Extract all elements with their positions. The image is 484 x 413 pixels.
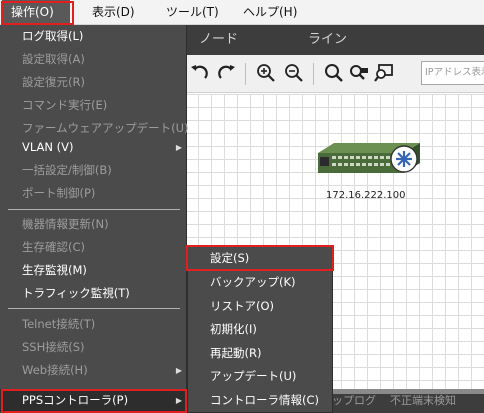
submenu-item-controller-info[interactable]: コントローラ情報(C)	[188, 389, 332, 413]
operation-menu: ログ取得(L) 設定取得(A) 設定復元(R) コマンド実行(E) ファームウェ…	[0, 25, 189, 413]
menu-item-run-command[interactable]: コマンド実行(E)	[0, 94, 187, 117]
search-icon[interactable]	[323, 62, 345, 84]
menu-item-traffic-monitor[interactable]: トラフィック監視(T)	[0, 282, 187, 305]
undo-icon[interactable]	[189, 62, 211, 84]
menu-operation[interactable]: 操作(O)	[2, 0, 70, 25]
submenu-item-reboot[interactable]: 再起動(R)	[188, 342, 332, 366]
switch-device[interactable]	[310, 139, 426, 179]
tab-line[interactable]: ライン	[308, 25, 347, 55]
menu-item-web-label: Web接続(H)	[22, 363, 88, 377]
menu-item-telnet[interactable]: Telnet接続(T)	[0, 313, 187, 336]
menu-separator	[8, 308, 180, 309]
menu-item-alive-monitor[interactable]: 生存監視(M)	[0, 259, 187, 282]
submenu-arrow-icon: ▶	[175, 396, 182, 405]
menu-item-port-control[interactable]: ポート制御(P)	[0, 182, 187, 205]
submenu-item-backup[interactable]: バックアップ(K)	[188, 271, 332, 295]
toolbar-separator	[245, 63, 246, 85]
device-ip-label: 172.16.222.100	[326, 190, 406, 201]
toolbar-separator	[313, 63, 314, 85]
tab-node[interactable]: ノード	[199, 25, 238, 55]
submenu-item-restore[interactable]: リストア(O)	[188, 295, 332, 319]
view-tab-bar: ノード ライン	[185, 25, 484, 55]
zoom-out-icon[interactable]	[283, 62, 305, 84]
zoom-in-icon[interactable]	[255, 62, 277, 84]
search-ip-icon[interactable]	[348, 62, 370, 84]
menu-item-get-config[interactable]: 設定取得(A)	[0, 48, 187, 71]
pps-controller-submenu: 設定(S) バックアップ(K) リストア(O) 初期化(I) 再起動(R) アッ…	[187, 245, 333, 413]
menu-view[interactable]: 表示(D)	[92, 0, 135, 25]
menu-item-ssh[interactable]: SSH接続(S)	[0, 336, 187, 359]
ip-search-input[interactable]: IPアドレス表示	[421, 61, 484, 85]
search-device-icon[interactable]	[373, 62, 395, 84]
submenu-item-settings[interactable]: 設定(S)	[188, 247, 332, 271]
menu-item-get-log[interactable]: ログ取得(L)	[0, 25, 187, 48]
menu-separator	[8, 209, 180, 210]
toolbar: IPアドレス表示	[185, 55, 484, 93]
menu-item-restore-config[interactable]: 設定復元(R)	[0, 71, 187, 94]
menu-item-pps-controller-label: PPSコントローラ(P)	[22, 393, 129, 407]
menu-bar: 操作(O) 表示(D) ツール(T) ヘルプ(H)	[0, 0, 484, 25]
menu-help[interactable]: ヘルプ(H)	[243, 0, 297, 25]
submenu-arrow-icon: ▶	[175, 143, 182, 152]
menu-item-pps-controller[interactable]: PPSコントローラ(P) ▶	[0, 389, 187, 412]
menu-item-refresh-device-info[interactable]: 機器情報更新(N)	[0, 213, 187, 236]
menu-item-vlan[interactable]: VLAN (V) ▶	[0, 136, 187, 159]
submenu-item-update[interactable]: アップデート(U)	[188, 365, 332, 389]
menu-item-alive-check[interactable]: 生存確認(C)	[0, 236, 187, 259]
menu-item-bulk-settings[interactable]: 一括設定/制御(B)	[0, 159, 187, 182]
menu-item-vlan-label: VLAN (V)	[22, 140, 74, 154]
menu-tools[interactable]: ツール(T)	[166, 0, 219, 25]
redo-icon[interactable]	[215, 62, 237, 84]
submenu-arrow-icon: ▶	[175, 366, 182, 375]
menu-item-web[interactable]: Web接続(H) ▶	[0, 359, 187, 382]
tab-unauthorized-detection[interactable]: 不正端末検知	[390, 389, 456, 413]
submenu-item-initialize[interactable]: 初期化(I)	[188, 318, 332, 342]
